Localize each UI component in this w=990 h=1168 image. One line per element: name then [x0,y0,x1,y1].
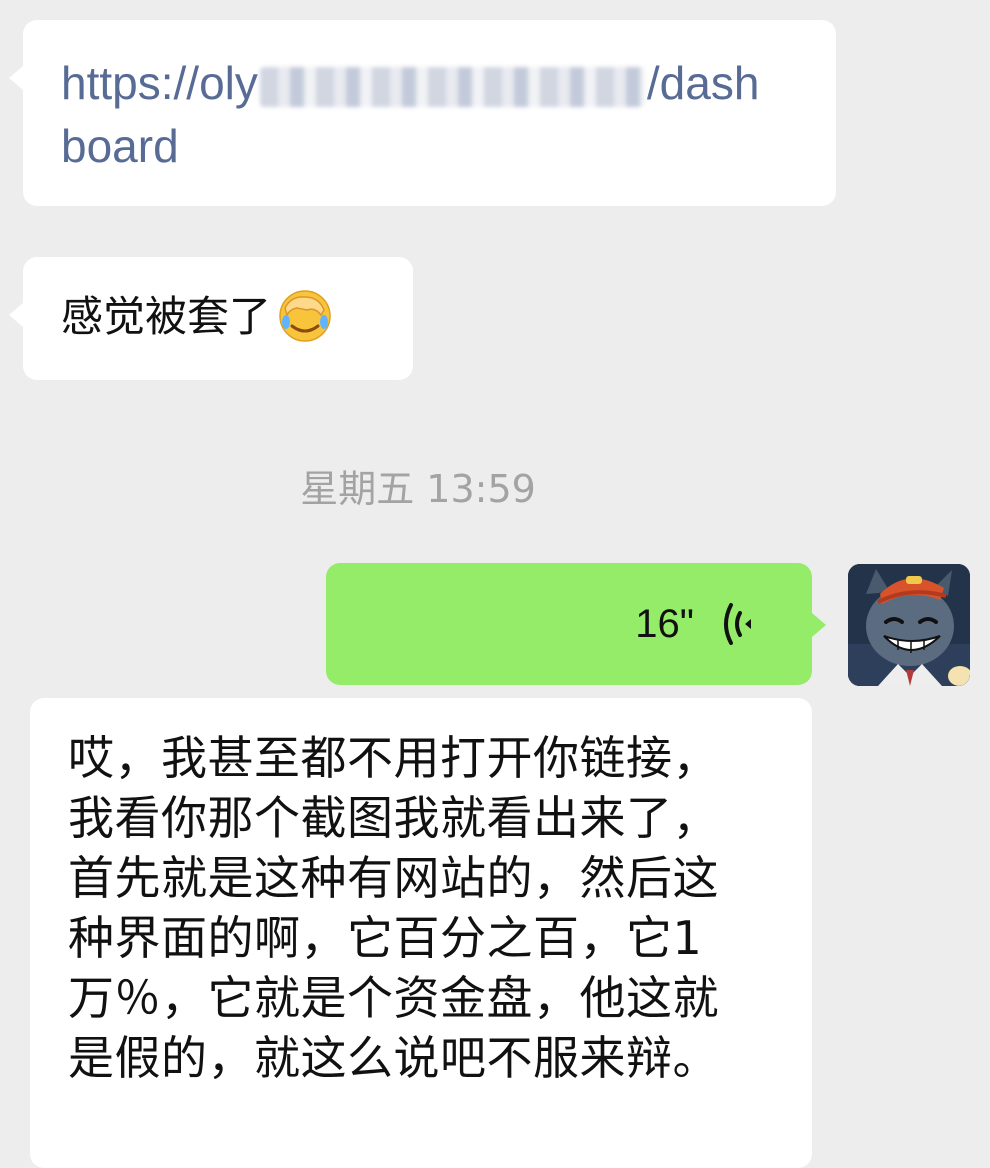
message-line: 万％，它就是个资金盘，他这就 [68,971,719,1025]
message-bubble-text[interactable]: 感觉被套了 [9,257,413,380]
message-text: 感觉被套了 [61,292,272,342]
chat-timestamp: 星期五 13:59 [300,467,536,511]
voice-wave-icon [718,601,762,647]
cartoon-wolf-avatar-icon [848,564,970,686]
link-text-end: /dash [646,57,760,109]
message-line: 种界面的啊，它百分之百，它1 [68,911,703,965]
message-bubble-link[interactable]: https://oly/dash board [9,20,836,206]
facepalm-emoji-icon [277,288,333,344]
voice-duration: 16" [635,602,694,646]
message-link[interactable]: https://oly/dash board [61,52,798,178]
message-line: 我看你那个截图我就看出来了， [68,791,719,845]
voice-message-bubble[interactable]: 16" [326,563,826,685]
avatar[interactable] [848,564,970,686]
message-line: 哎，我甚至都不用打开你链接， [68,731,719,785]
link-text-start: https://oly [61,57,258,109]
message-bubble-text-long[interactable]: 哎，我甚至都不用打开你链接， 我看你那个截图我就看出来了， 首先就是这种有网站的… [30,698,812,1168]
message-line: 是假的，就这么说吧不服来辩。 [68,1031,719,1085]
link-text-line2: board [61,120,179,172]
redacted-blur [259,66,645,107]
message-line: 首先就是这种有网站的，然后这 [68,851,719,905]
message-text-long: 哎，我甚至都不用打开你链接， 我看你那个截图我就看出来了， 首先就是这种有网站的… [68,728,774,1088]
